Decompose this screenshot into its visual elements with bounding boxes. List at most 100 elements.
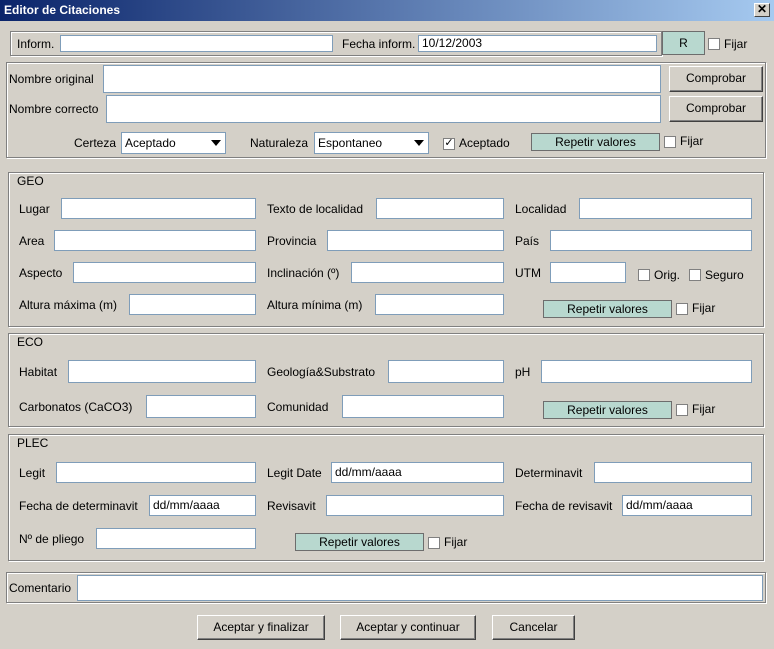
- geo-repetir-label: Repetir valores: [567, 302, 648, 316]
- chevron-down-icon: [211, 140, 221, 146]
- aspecto-input[interactable]: [73, 262, 256, 283]
- texto-localidad-input[interactable]: [376, 198, 504, 219]
- seguro-checkbox[interactable]: [689, 269, 701, 281]
- certeza-select[interactable]: Aceptado: [121, 132, 226, 154]
- inform-input[interactable]: [60, 35, 333, 52]
- plec-repetir-label: Repetir valores: [319, 535, 400, 549]
- pais-input[interactable]: [550, 230, 752, 251]
- chevron-down-icon: [414, 140, 424, 146]
- fecha-determinavit-input[interactable]: dd/mm/aaaa: [149, 495, 256, 516]
- aceptado-label: Aceptado: [459, 136, 510, 150]
- n-pliego-label: Nº de pliego: [19, 532, 85, 546]
- close-icon[interactable]: ✕: [754, 3, 770, 17]
- ph-input[interactable]: [541, 360, 752, 383]
- geologia-input[interactable]: [388, 360, 504, 383]
- altura-min-label: Altura mínima (m): [267, 298, 363, 312]
- eco-fijar-label: Fijar: [692, 402, 716, 416]
- fecha-revisavit-label: Fecha de revisavit: [515, 499, 613, 513]
- names-fijar-label: Fijar: [680, 134, 704, 148]
- inform-label: Inform.: [17, 37, 55, 51]
- eco-fijar-checkbox[interactable]: [676, 404, 688, 416]
- aceptar-continuar-button[interactable]: Aceptar y continuar: [340, 615, 476, 640]
- carbonatos-input[interactable]: [146, 395, 256, 418]
- eco-repetir-button[interactable]: Repetir valores: [543, 401, 672, 419]
- r-button[interactable]: R: [662, 31, 705, 55]
- pais-label: País: [515, 234, 540, 248]
- area-input[interactable]: [54, 230, 256, 251]
- plec-fijar-label: Fijar: [444, 535, 468, 549]
- plec-repetir-button[interactable]: Repetir valores: [295, 533, 424, 551]
- altura-min-input[interactable]: [375, 294, 504, 315]
- localidad-input[interactable]: [579, 198, 752, 219]
- area-label: Area: [19, 234, 45, 248]
- altura-max-input[interactable]: [129, 294, 256, 315]
- legit-date-label: Legit Date: [267, 466, 322, 480]
- habitat-label: Habitat: [19, 365, 58, 379]
- orig-label: Orig.: [654, 268, 681, 282]
- comunidad-label: Comunidad: [267, 400, 329, 414]
- eco-repetir-label: Repetir valores: [567, 403, 648, 417]
- determinavit-label: Determinavit: [515, 466, 583, 480]
- comprobar-correcto-label: Comprobar: [685, 101, 747, 115]
- geo-repetir-button[interactable]: Repetir valores: [543, 300, 672, 318]
- eco-title: ECO: [14, 335, 47, 349]
- top-fijar-label: Fijar: [724, 37, 748, 51]
- aceptar-continuar-label: Aceptar y continuar: [356, 620, 460, 634]
- inclinacion-input[interactable]: [351, 262, 504, 283]
- certeza-value: Aceptado: [125, 136, 176, 150]
- certeza-label: Certeza: [74, 136, 117, 150]
- legit-input[interactable]: [56, 462, 256, 483]
- aceptado-checkbox[interactable]: ✓: [443, 138, 455, 150]
- aceptar-finalizar-button[interactable]: Aceptar y finalizar: [197, 615, 325, 640]
- ph-label: pH: [515, 365, 531, 379]
- localidad-label: Localidad: [515, 202, 567, 216]
- comprobar-original-label: Comprobar: [685, 71, 747, 85]
- habitat-input[interactable]: [68, 360, 256, 383]
- determinavit-input[interactable]: [594, 462, 752, 483]
- provincia-input[interactable]: [327, 230, 504, 251]
- fecha-inform-label: Fecha inform.: [342, 37, 416, 51]
- naturaleza-value: Espontaneo: [318, 136, 383, 150]
- utm-label: UTM: [515, 266, 541, 280]
- aspecto-label: Aspecto: [19, 266, 63, 280]
- plec-fijar-checkbox[interactable]: [428, 537, 440, 549]
- comentario-input[interactable]: [77, 575, 763, 601]
- comunidad-input[interactable]: [342, 395, 504, 418]
- fecha-determinavit-label: Fecha de determinavit: [19, 499, 138, 513]
- names-fijar-checkbox[interactable]: [664, 136, 676, 148]
- nombre-original-label: Nombre original: [9, 72, 94, 86]
- geo-title: GEO: [14, 174, 47, 188]
- window-title: Editor de Citaciones: [4, 3, 121, 17]
- comprobar-correcto-button[interactable]: Comprobar: [669, 96, 763, 122]
- legit-date-input[interactable]: dd/mm/aaaa: [331, 462, 504, 483]
- lugar-label: Lugar: [19, 202, 50, 216]
- provincia-label: Provincia: [267, 234, 317, 248]
- comentario-label: Comentario: [9, 581, 72, 595]
- names-repetir-button[interactable]: Repetir valores: [531, 133, 660, 151]
- revisavit-label: Revisavit: [267, 499, 316, 513]
- fecha-revisavit-input[interactable]: dd/mm/aaaa: [622, 495, 752, 516]
- n-pliego-input[interactable]: [96, 528, 256, 549]
- naturaleza-select[interactable]: Espontaneo: [314, 132, 429, 154]
- revisavit-input[interactable]: [326, 495, 504, 516]
- lugar-input[interactable]: [61, 198, 256, 219]
- geologia-label: Geología&Substrato: [267, 365, 376, 379]
- utm-input[interactable]: [550, 262, 626, 283]
- altura-max-label: Altura máxima (m): [19, 298, 118, 312]
- geo-fijar-label: Fijar: [692, 301, 716, 315]
- names-repetir-label: Repetir valores: [555, 135, 636, 149]
- nombre-correcto-input[interactable]: [106, 95, 661, 123]
- cancelar-button[interactable]: Cancelar: [492, 615, 575, 640]
- carbonatos-label: Carbonatos (CaCO3): [19, 400, 133, 414]
- top-fijar-checkbox[interactable]: [708, 38, 720, 50]
- orig-checkbox[interactable]: [638, 269, 650, 281]
- geo-fijar-checkbox[interactable]: [676, 303, 688, 315]
- seguro-label: Seguro: [705, 268, 744, 282]
- legit-label: Legit: [19, 466, 46, 480]
- comprobar-original-button[interactable]: Comprobar: [669, 66, 763, 92]
- window-titlebar: Editor de Citaciones ✕: [0, 0, 774, 21]
- aceptar-finalizar-label: Aceptar y finalizar: [213, 620, 309, 634]
- nombre-original-input[interactable]: [103, 65, 661, 93]
- inclinacion-label: Inclinación (º): [267, 266, 340, 280]
- fecha-inform-input[interactable]: 10/12/2003: [418, 35, 657, 52]
